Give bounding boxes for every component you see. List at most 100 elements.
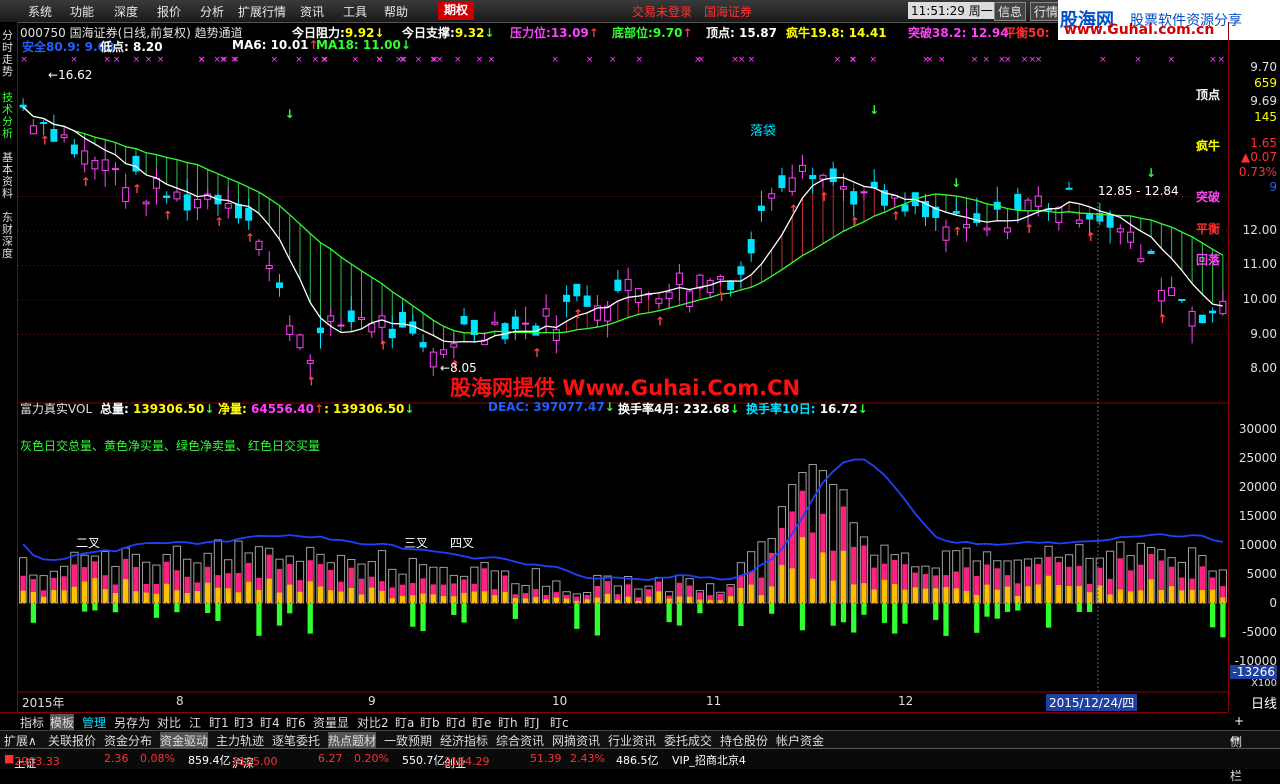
chart-area[interactable]: ↑↑ ↑↑ ↑↑↑↑↑↑↑↑↑↑↑↑ ↑↑ ↑↑↑↓ ↓↓↓××× ×× ×× ×× × × ×× ××… [18,22,1228,712]
tab-indicator[interactable]: 指标 [20,714,44,731]
sell-arrow: ↓ [869,103,879,117]
buy-arrow: ↑ [532,346,542,360]
signal-x: × [436,55,444,65]
menu-tools[interactable]: 工具 [343,3,367,20]
tab-ding1[interactable]: 盯1 [209,714,229,731]
tab-compare[interactable]: 对比 [157,714,181,731]
hs-pct: 0.20% [354,752,389,765]
menu-depth[interactable]: 深度 [114,3,138,20]
vol-sell-bar [410,603,416,627]
func-related[interactable]: 关联报价 [48,732,96,749]
candle-body [778,175,786,189]
candle-body [737,266,745,275]
tab-dingh[interactable]: 盯h [498,714,518,731]
break-info: 突破38.2: 12.94 [908,26,1009,40]
candle-body [1034,195,1042,207]
signal-x: × [738,55,746,65]
candle-body [1157,289,1165,302]
vol-net-bar [1035,584,1041,603]
tab-eastmoney[interactable]: 东财深度 [2,212,14,260]
tab-technical[interactable]: 技术分析 [2,92,14,140]
options-button[interactable]: 期权 [438,1,474,20]
candle-body [450,343,458,348]
tab-dinga[interactable]: 盯a [395,714,414,731]
menu-function[interactable]: 功能 [70,3,94,20]
menu-help[interactable]: 帮助 [384,3,408,20]
menu-news[interactable]: 资讯 [300,3,324,20]
tab-ziliangxian[interactable]: 资量显 [313,714,349,731]
menu-ext-market[interactable]: 扩展行情 [238,3,286,20]
vol-sell-bar [799,603,806,631]
vip-server[interactable]: VIP_招商北京4 [672,752,746,768]
func-fund-drive[interactable]: 资金驱动 [160,732,209,749]
candle-body [1004,227,1012,233]
vol-sell-bar [676,603,683,626]
tab-template[interactable]: 模板 [50,714,75,731]
menu-system[interactable]: 系统 [28,3,52,20]
tab-dinge[interactable]: 盯e [472,714,491,731]
tab-ding6[interactable]: 盯6 [286,714,306,731]
func-news[interactable]: 综合资讯 [496,732,544,749]
menu-analysis[interactable]: 分析 [200,3,224,20]
info-button[interactable]: 信息 [994,2,1027,21]
vol-net-bar [615,599,621,603]
func-holdings[interactable]: 持仓股份 [720,732,768,749]
func-digest[interactable]: 网摘资讯 [552,732,600,749]
func-expand[interactable]: 扩展∧ [4,732,37,749]
vol-net-bar [563,598,570,603]
axis-price-3: 1.65 [1250,136,1277,150]
vol-net-bar [984,584,990,603]
sh-index[interactable]: ■ 上证 2903.33 [4,752,60,770]
vol-net-bar [748,584,754,603]
func-economic[interactable]: 经济指标 [440,732,488,749]
sidebar-toggle[interactable]: 侧边栏↔ [1230,732,1242,783]
period-label[interactable]: 日线 [1251,693,1277,712]
vol-sell-bar [276,603,283,626]
tab-saveas[interactable]: 另存为 [114,714,150,731]
vaxis-30000: 30000 [1238,422,1277,436]
vol-mark-2: 二叉 [76,536,101,550]
tab-jiang[interactable]: 江 [189,714,201,731]
func-main-track[interactable]: 主力轨迹 [216,732,264,749]
func-funds[interactable]: 帐户资金 [776,732,824,749]
tab-dingc[interactable]: 盯c [550,714,569,731]
vol-net-bar [358,594,365,603]
login-status[interactable]: 交易未登录 [632,3,692,20]
func-hot-topic[interactable]: 热点题材 [328,732,377,749]
tab-ding3[interactable]: 盯3 [234,714,254,731]
vol-net-bar [205,582,211,603]
tab-ding4[interactable]: 盯4 [260,714,280,731]
func-industry[interactable]: 行业资讯 [608,732,656,749]
candle-body [193,198,201,209]
vol-net-bar [20,590,26,603]
func-fund-dist[interactable]: 资金分布 [104,732,152,749]
vol-net-bar [1117,589,1123,603]
candle-body [624,278,632,291]
candle-body [798,164,806,172]
tab-dingd[interactable]: 盯d [446,714,466,731]
menu-quote[interactable]: 报价 [157,3,181,20]
vol-net-bar [953,588,959,603]
tab-fundamental[interactable]: 基本资料 [2,152,14,200]
candle-body [111,168,119,171]
tab-timeshare[interactable]: 分时走势 [2,30,14,78]
vol-net-bar [256,589,262,603]
func-tick-order[interactable]: 逐笔委托 [272,732,320,749]
vol-net-bar [1209,589,1216,603]
tab-manage[interactable]: 管理 [82,714,106,731]
vol-net-bar [410,595,416,603]
clock: 11:51:29 周一 [908,2,996,19]
vol-net-bar [461,592,467,603]
vaxis-5000: 5000 [1246,567,1277,581]
bull-info: 疯牛19.8: 14.41 [786,26,887,40]
func-orders[interactable]: 委托成交 [664,732,712,749]
vol-net-bar [871,589,877,603]
vol-net-bar [1158,590,1164,603]
tab-compare2[interactable]: 对比2 [357,714,389,731]
vol-net-bar [225,588,231,603]
tab-dingj[interactable]: 盯J [524,714,540,731]
vol-sell-bar [287,603,293,614]
func-consensus[interactable]: 一致预期 [384,732,432,749]
tab-dingb[interactable]: 盯b [420,714,440,731]
axis-9: 9 [1269,180,1277,194]
